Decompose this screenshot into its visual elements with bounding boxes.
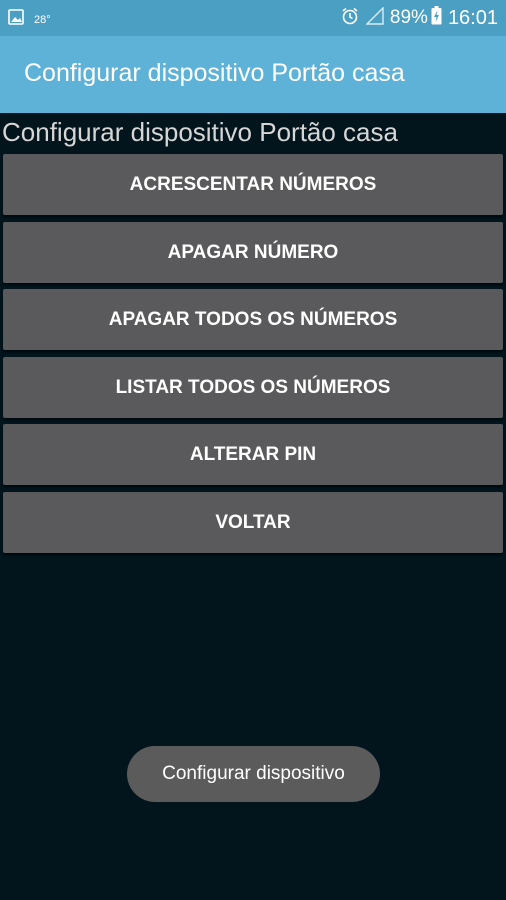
signal-icon — [365, 5, 384, 30]
list-all-numbers-button[interactable]: LISTAR TODOS OS NÚMEROS — [3, 357, 503, 418]
battery-percent: 89% — [389, 7, 428, 28]
back-button[interactable]: VOLTAR — [3, 492, 503, 553]
status-right: 89% 16:01 — [340, 5, 498, 31]
toast-message: Configurar dispositivo — [127, 746, 380, 802]
status-bar: 28° 89% 16:01 — [0, 0, 506, 36]
image-icon — [8, 9, 24, 30]
alarm-icon — [340, 6, 360, 31]
status-left: 28° — [8, 9, 51, 30]
app-bar-title: Configurar dispositivo Portão casa — [24, 59, 405, 87]
delete-number-button[interactable]: APAGAR NÚMERO — [3, 222, 503, 283]
page-title: Configurar dispositivo Portão casa — [2, 117, 398, 147]
add-numbers-button[interactable]: ACRESCENTAR NÚMEROS — [3, 154, 503, 215]
app-bar: Configurar dispositivo Portão casa — [0, 36, 506, 113]
clock-time: 16:01 — [447, 6, 498, 29]
battery-charging-icon — [431, 6, 442, 30]
delete-all-numbers-button[interactable]: APAGAR TODOS OS NÚMEROS — [3, 289, 503, 350]
temperature-text: 28° — [34, 13, 51, 26]
change-pin-button[interactable]: ALTERAR PIN — [3, 424, 503, 485]
